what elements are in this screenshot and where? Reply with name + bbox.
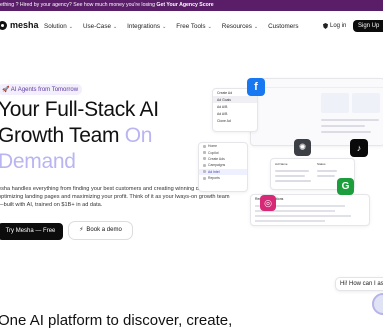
nav-item-solution[interactable]: Solution ⌄: [44, 23, 73, 30]
logo[interactable]: mesha: [0, 20, 39, 30]
dashboard-card: [321, 93, 349, 113]
app-sidebar: Home Copilot Create Ads Campaigns Ad Int…: [198, 142, 248, 192]
hero-title-line1: Your Full-Stack AI: [0, 98, 159, 121]
copilot-icon: [203, 151, 206, 155]
hero-badge: 🚀 AI Agents from Tomorrow: [0, 84, 83, 95]
hero-subtitle: esha handles everything from finding you…: [0, 186, 230, 209]
dropdown-option[interactable]: Ad A/B: [213, 103, 257, 110]
nav-item-customers[interactable]: Customers: [268, 23, 298, 30]
product-collage: Create Ad Ad Goals Ad A/B Ad A/B Clone A…: [198, 78, 383, 228]
dropdown-option[interactable]: Ad A/B: [213, 111, 257, 118]
dashboard-line: [321, 125, 365, 127]
dropdown-option[interactable]: Ad Goals: [213, 96, 257, 104]
report-line: [255, 220, 325, 222]
nav-item-use-case[interactable]: Use-Case ⌄: [83, 23, 117, 30]
create-icon: [203, 157, 206, 161]
chat-greeting-bubble[interactable]: Hi! How can I assist: [335, 277, 383, 291]
dropdown-option[interactable]: Clone Ad: [213, 118, 257, 125]
shield-icon: [323, 23, 328, 29]
signup-button[interactable]: Sign Up: [353, 20, 383, 32]
brand-name: mesha: [10, 20, 39, 30]
instagram-icon: ◎: [260, 195, 276, 211]
home-icon: [203, 144, 206, 148]
table-row: [275, 180, 311, 182]
dashboard-preview: [250, 78, 383, 146]
hero-title-line3: Demand: [0, 150, 76, 173]
promo-cta[interactable]: Get Your Agency Score: [156, 2, 213, 8]
table-row: [317, 175, 335, 177]
nav-item-integrations[interactable]: Integrations ⌄: [127, 23, 166, 30]
promo-text: ething ? Hired by your agency? See how m…: [0, 2, 157, 8]
report-line: [255, 215, 351, 217]
dashboard-header: [251, 79, 383, 88]
table-row: [317, 170, 337, 172]
chevron-down-icon: ⌄: [68, 24, 73, 30]
tiktok-icon: ♪: [350, 139, 368, 157]
campaign-icon: [203, 163, 206, 167]
hero-title: Your Full-Stack AI Growth Team On Demand: [0, 97, 159, 175]
book-demo-button[interactable]: ⚡ Book a demo: [68, 221, 133, 240]
login-label: Log in: [330, 23, 347, 29]
intel-icon: [203, 170, 206, 174]
bolt-icon: ⚡: [79, 227, 84, 233]
login-link[interactable]: Log in: [323, 23, 346, 29]
book-demo-label: Book a demo: [86, 227, 122, 233]
nav-item-free-tools[interactable]: Free Tools ⌄: [176, 23, 212, 30]
hero-title-accent: On: [124, 124, 153, 147]
dashboard-line: [321, 131, 371, 133]
nav-item-resources[interactable]: Resources ⌄: [222, 23, 258, 30]
table-header: Ad Name: [275, 162, 288, 166]
google-ads-icon: G: [337, 178, 354, 195]
nav-menu: Solution ⌄ Use-Case ⌄ Integrations ⌄ Free T…: [44, 23, 299, 30]
chevron-down-icon: ⌄: [207, 24, 212, 30]
promo-banner[interactable]: ething ? Hired by your agency? See how m…: [0, 0, 383, 11]
openai-icon: ✺: [294, 139, 311, 156]
table-row: [275, 170, 309, 172]
table-header: Status: [317, 162, 326, 166]
table-row: [275, 175, 305, 177]
chevron-down-icon: ⌄: [253, 24, 259, 30]
dashboard-line: [321, 119, 379, 121]
chat-avatar-icon[interactable]: [372, 293, 383, 315]
top-nav: mesha Solution ⌄ Use-Case ⌄ Integrations ⌄ …: [0, 17, 383, 39]
reports-icon: [203, 176, 206, 180]
section-heading: One AI platform to discover, create,: [0, 312, 233, 328]
chevron-down-icon: ⌄: [162, 24, 167, 30]
chevron-down-icon: ⌄: [112, 24, 118, 30]
facebook-icon: f: [247, 78, 265, 96]
logo-icon: [0, 20, 7, 30]
dashboard-card: [352, 93, 380, 113]
sidebar-item-reports[interactable]: Reports: [199, 175, 247, 181]
hero-title-line2: Growth Team On: [0, 124, 153, 147]
try-mesha-button[interactable]: Try Mesha — Free: [0, 223, 63, 240]
